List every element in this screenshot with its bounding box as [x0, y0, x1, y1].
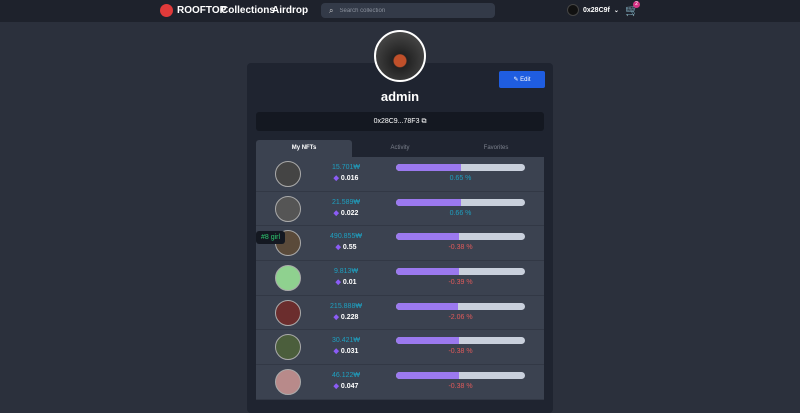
- progress-fill: [396, 233, 460, 241]
- progress-fill: [396, 372, 460, 380]
- nft-row[interactable]: 9.813₩ ◆ 0.01 -0.39 %: [256, 261, 544, 296]
- nft-price: 490.855₩: [330, 233, 362, 241]
- eth-icon: ◆: [335, 244, 341, 252]
- cart-button[interactable]: 🛒 2: [625, 1, 640, 17]
- progress-fill: [396, 198, 461, 206]
- nft-thumbnail[interactable]: [275, 161, 301, 187]
- eth-icon: ◆: [333, 313, 339, 321]
- nft-row[interactable]: 30.421₩ ◆ 0.031 -0.38 %: [256, 330, 544, 366]
- nft-thumbnail[interactable]: [275, 265, 301, 292]
- nft-eth: ◆ 0.228: [316, 313, 376, 321]
- nft-eth: ◆ 0.022: [316, 209, 376, 217]
- scrollbar[interactable]: [789, 22, 800, 406]
- eth-icon: ◆: [333, 175, 339, 182]
- nft-row[interactable]: 215.888₩ ◆ 0.228 -2.06 %: [256, 295, 544, 331]
- brand-logo[interactable]: ROOFTOP: [160, 4, 226, 17]
- user-menu[interactable]: 0x28C9f ⌄: [567, 4, 619, 16]
- copy-icon[interactable]: ⧉: [421, 118, 426, 125]
- progress-bar: [396, 268, 525, 276]
- nft-row[interactable]: 46.122₩ ◆ 0.047 -0.38 %: [256, 365, 544, 400]
- wallet-address[interactable]: 0x28C9...78F3 ⧉: [256, 112, 544, 131]
- nft-eth: ◆ 0.047: [316, 382, 376, 390]
- search-icon: ⌕: [329, 5, 334, 15]
- search-input[interactable]: [339, 7, 480, 14]
- profile-tabs: My NFTs Activity Favorites: [256, 140, 544, 157]
- edit-button[interactable]: ✎ Edit: [499, 71, 545, 88]
- eth-icon: ◆: [333, 348, 339, 356]
- price-change: -0.38 %: [448, 348, 473, 356]
- progress-fill: [396, 268, 460, 276]
- nft-price: 30.421₩: [331, 337, 361, 345]
- eth-value: 0.228: [340, 313, 359, 321]
- logo-icon: [160, 4, 173, 17]
- eth-value: 0.022: [340, 209, 359, 217]
- price-change: -2.06 %: [448, 313, 473, 321]
- nft-price: 15.701₩: [331, 164, 361, 171]
- tab-favorites[interactable]: Favorites: [448, 140, 544, 157]
- progress-fill: [396, 337, 460, 345]
- price-change: 0.65 %: [449, 175, 472, 182]
- nft-row[interactable]: 490.855₩ ◆ 0.55 -0.38 %: [256, 226, 544, 262]
- eth-icon: ◆: [333, 383, 339, 391]
- price-change: -0.38 %: [448, 244, 473, 252]
- nft-row[interactable]: 21.589₩ ◆ 0.022 0.66 %: [256, 191, 544, 227]
- chevron-down-icon: ⌄: [613, 7, 619, 14]
- nft-eth: ◆ 0.016: [316, 174, 376, 182]
- tab-activity[interactable]: Activity: [352, 140, 448, 157]
- nft-eth: ◆ 0.031: [316, 347, 376, 355]
- tab-my-nfts[interactable]: My NFTs: [256, 140, 352, 157]
- nft-price: 215.888₩: [330, 302, 362, 310]
- eth-icon: ◆: [335, 279, 341, 287]
- nft-price: 9.813₩: [333, 268, 359, 276]
- edit-label: Edit: [520, 77, 531, 83]
- nav-collections[interactable]: Collections: [221, 5, 275, 16]
- nft-thumbnail[interactable]: [275, 299, 301, 326]
- progress-bar: [396, 337, 525, 345]
- cart-badge: 2: [633, 1, 640, 8]
- nft-eth: ◆ 0.01: [316, 278, 376, 286]
- eth-value: 0.047: [340, 383, 359, 391]
- profile-card: ✎ Edit admin 0x28C9...78F3 ⧉ My NFTs Act…: [247, 63, 553, 413]
- progress-bar: [396, 164, 525, 171]
- nft-thumbnail[interactable]: [275, 195, 301, 222]
- price-change: -0.38 %: [448, 383, 473, 391]
- nav-airdrop[interactable]: Airdrop: [272, 5, 308, 16]
- nft-thumbnail[interactable]: [275, 369, 301, 396]
- nft-price: 21.589₩: [331, 198, 361, 206]
- user-avatar: [567, 4, 579, 16]
- price-change: 0.66 %: [449, 209, 472, 217]
- eth-value: 0.55: [342, 244, 357, 252]
- nft-thumbnail[interactable]: [275, 334, 301, 361]
- user-address: 0x28C9f: [583, 6, 610, 14]
- eth-value: 0.01: [342, 279, 357, 287]
- nft-eth: ◆ 0.55: [316, 243, 376, 251]
- tooltip: #8 girl: [256, 231, 286, 244]
- eth-icon: ◆: [333, 209, 339, 217]
- progress-fill: [396, 164, 461, 171]
- nft-price: 46.122₩: [331, 372, 361, 380]
- progress-bar: [396, 302, 525, 310]
- progress-bar: [396, 233, 525, 241]
- progress-bar: [396, 372, 525, 380]
- progress-bar: [396, 198, 525, 206]
- address-text: 0x28C9...78F3: [373, 118, 420, 125]
- progress-fill: [396, 302, 458, 310]
- price-change: -0.39 %: [448, 279, 473, 287]
- nft-list: 15.701₩ ◆ 0.016 0.65 % 21.589₩ ◆ 0.022 0.6…: [256, 157, 544, 400]
- top-nav: ROOFTOP Collections Airdrop ⌕ 0x28C9f ⌄ …: [0, 0, 800, 22]
- brand-name: ROOFTOP: [177, 5, 227, 16]
- nft-row[interactable]: 15.701₩ ◆ 0.016 0.65 %: [256, 157, 544, 192]
- search-box[interactable]: ⌕: [321, 3, 495, 18]
- profile-avatar: [374, 30, 426, 82]
- eth-value: 0.016: [340, 175, 359, 182]
- profile-name: admin: [380, 89, 420, 104]
- eth-value: 0.031: [340, 348, 359, 356]
